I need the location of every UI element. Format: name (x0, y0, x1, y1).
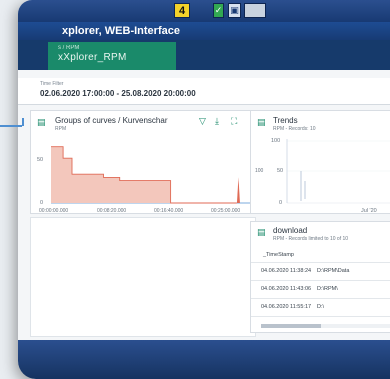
x-tick-label: 00:25:00.000 (211, 208, 240, 214)
callout-line (22, 118, 24, 126)
column-header[interactable]: _TimeStamp (263, 252, 294, 258)
download-panel: ▤ download RPM - Records limited to 10 o… (250, 221, 390, 333)
y-tick-label: 50 (277, 168, 283, 174)
curves-panel: ▤ Groups of curves / Kurvenschar RPM ▽ ⤓… (30, 110, 256, 214)
window-title: xplorer, WEB-Interface (18, 22, 390, 40)
bottom-bezel (18, 340, 390, 379)
time-filter-value: 02.06.2020 17:00:00 - 25.08.2020 20:00:0… (40, 89, 196, 98)
table-cell-path: D:\RPM\ (317, 286, 338, 292)
curves-chart: 50 0 00:00:00.000 00:08:20.000 00:16:40.… (37, 146, 253, 214)
y-tick-label: 0 (279, 200, 282, 206)
curve-spike (236, 177, 240, 203)
y-tick-label: 0 (40, 200, 43, 206)
x-tick-label: 00:00:00.000 (39, 208, 68, 214)
empty-panel (30, 217, 256, 337)
table-cell-timestamp: 04.06.2020 11:43:06 (261, 286, 312, 292)
app-screen: 4 ✓ ▣ xplorer, WEB-Interface s / RPM xXp… (18, 0, 390, 379)
x-tick-label: 00:16:40.000 (154, 208, 183, 214)
x-tick-label: 00:08:20.000 (97, 208, 126, 214)
y-tick-label: 50 (37, 157, 43, 163)
scrollbar-thumb[interactable] (261, 324, 321, 328)
table-icon: ▤ (257, 227, 266, 237)
y-tick-label: 100 (271, 138, 280, 144)
time-filter-caption: Time Filter (40, 81, 64, 87)
save-icon[interactable]: ▣ (228, 3, 241, 18)
tab-strip: s / RPM xXplorer_RPM (18, 40, 390, 70)
curve-area (51, 146, 237, 203)
table-cell-path: D:\RPM\Data (317, 268, 350, 274)
callout-line (0, 125, 22, 127)
tab-rpm[interactable]: s / RPM xXplorer_RPM (48, 42, 176, 70)
table-cell-timestamp: 04.06.2020 11:55:17 (261, 304, 312, 310)
download-panel-title: download (273, 226, 308, 235)
number-badge-button[interactable]: 4 (174, 3, 190, 18)
download-panel-subtitle: RPM - Records limited to 10 of 10 (273, 236, 349, 242)
checkbox-icon[interactable]: ✓ (213, 3, 224, 18)
tab-caption: s / RPM (58, 45, 80, 51)
table-cell-path: D:\ (317, 304, 325, 310)
trends-chart: 100 50 0 100 Jul '20 (255, 138, 390, 214)
top-toolbar: 4 ✓ ▣ (18, 0, 390, 22)
table-cell-timestamp: 04.06.2020 11:38:24 (261, 268, 312, 274)
device-frame: 4 ✓ ▣ xplorer, WEB-Interface s / RPM xXp… (0, 0, 390, 379)
tab-label: xXplorer_RPM (58, 52, 127, 63)
toolbar-button[interactable] (244, 3, 266, 18)
x-tick-label: Jul '20 (361, 208, 377, 214)
y-axis-label: 100 (255, 168, 264, 174)
time-filter[interactable]: Time Filter 02.06.2020 17:00:00 - 25.08.… (18, 78, 390, 105)
trends-panel: ▤ Trends RPM - Records: 10 100 50 0 100 … (250, 110, 390, 214)
